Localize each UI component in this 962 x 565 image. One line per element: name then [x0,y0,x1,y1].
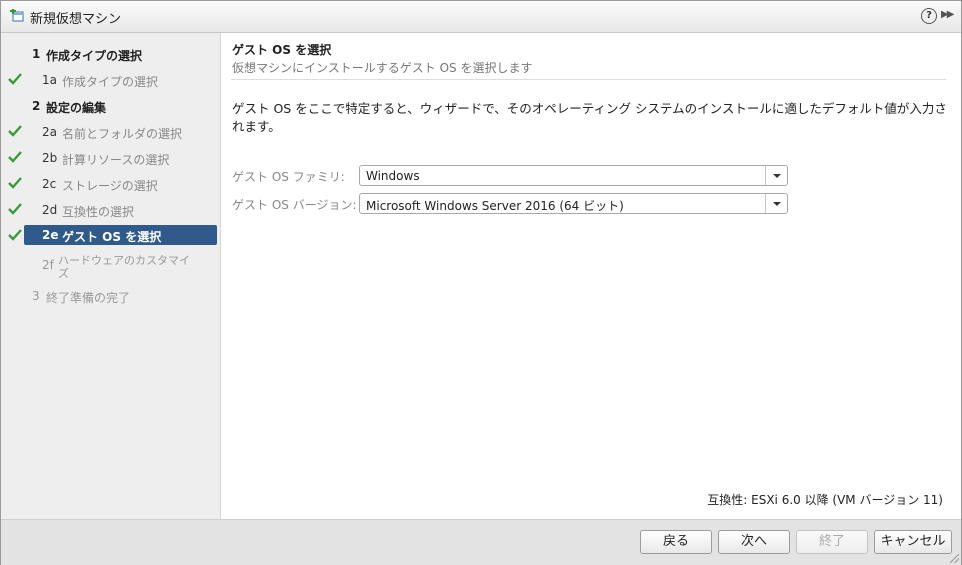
step-number: 2 [32,99,41,113]
step-label-continued: ズ [58,267,69,280]
step-label: 終了準備の完了 [46,291,131,305]
dropdown-arrow-icon[interactable] [765,166,787,185]
step-number: 1a [42,73,57,87]
step-2c[interactable]: 2c ストレージの選択 [1,173,220,195]
step-label: 作成タイプの選択 [46,49,143,63]
window-title: 新規仮想マシン [30,12,122,27]
step-label: 互換性の選択 [62,205,135,219]
dropdown-arrow-icon[interactable] [765,194,787,213]
step-2: 2 設定の編集 [1,95,220,117]
step-label: ゲスト OS を選択 [62,230,162,244]
check-icon [8,229,22,241]
step-label: ハードウェアのカスタマイ [58,254,190,267]
check-icon [8,125,22,137]
guest-os-version-value: Microsoft Windows Server 2016 (64 ビット) [366,199,624,213]
step-1a[interactable]: 1a 作成タイプの選択 [1,69,220,91]
next-button[interactable]: 次へ [718,530,790,554]
page-title: ゲスト OS を選択 [232,43,332,57]
step-number: 2c [42,177,57,191]
step-3[interactable]: 3 終了準備の完了 [1,285,220,307]
step-number: 2a [42,125,57,139]
back-button[interactable]: 戻る [640,530,712,554]
guest-os-version-label: ゲスト OS バージョン: [232,198,357,212]
step-number: 1 [32,47,41,61]
guest-os-family-label: ゲスト OS ファミリ: [232,170,345,184]
header-divider [231,79,946,80]
step-number: 2e [42,228,59,242]
step-number: 2f [42,258,54,272]
cancel-button[interactable]: キャンセル [874,530,952,554]
step-label: 設定の編集 [46,101,107,115]
step-number: 2d [42,203,58,217]
step-2e[interactable]: 2e ゲスト OS を選択 [1,225,220,247]
check-icon [8,203,22,215]
description-text: ゲスト OS をここで特定すると、ウィザードで、そのオペレーティング システムの… [232,101,947,134]
step-2d[interactable]: 2d 互換性の選択 [1,199,220,221]
new-vm-icon [10,9,24,22]
step-2f[interactable]: 2f ハードウェアのカスタマイ ズ [1,251,220,280]
step-label: 計算リソースの選択 [62,153,170,167]
step-2b[interactable]: 2b 計算リソースの選択 [1,147,220,169]
help-icon[interactable]: ? [921,8,937,24]
check-icon [8,151,22,163]
step-2a[interactable]: 2a 名前とフォルダの選択 [1,121,220,143]
expand-icon[interactable]: ▶▶ [941,9,955,23]
compatibility-text: 互換性: ESXi 6.0 以降 (VM バージョン 11) [707,493,943,507]
step-label: 作成タイプの選択 [62,75,159,89]
step-label: 名前とフォルダの選択 [62,127,183,141]
guest-os-family-select[interactable]: Windows [359,165,788,186]
resize-grip-icon[interactable] [950,554,959,563]
step-label: ストレージの選択 [62,179,158,193]
check-icon [8,73,22,85]
check-icon [8,177,22,189]
step-number: 3 [32,289,40,303]
step-number: 2b [42,151,58,165]
guest-os-family-value: Windows [366,169,420,183]
page-subtitle: 仮想マシンにインストールするゲスト OS を選択します [232,61,533,75]
finish-button: 終了 [796,530,868,554]
wizard-steps-sidebar: 1 作成タイプの選択 1a 作成タイプの選択 2 設定の編集 2a 名前とフォル… [1,33,221,519]
main-content: ゲスト OS を選択 仮想マシンにインストールするゲスト OS を選択します ゲ… [221,33,961,519]
new-vm-wizard-window: 新規仮想マシン ? ▶▶ 1 作成タイプの選択 1a 作成タイプの選択 2 設定… [0,0,962,565]
wizard-footer: 戻る 次へ 終了 キャンセル [1,519,961,565]
title-bar: 新規仮想マシン ? ▶▶ [1,1,961,33]
step-1: 1 作成タイプの選択 [1,43,220,65]
guest-os-version-select[interactable]: Microsoft Windows Server 2016 (64 ビット) [359,193,788,214]
